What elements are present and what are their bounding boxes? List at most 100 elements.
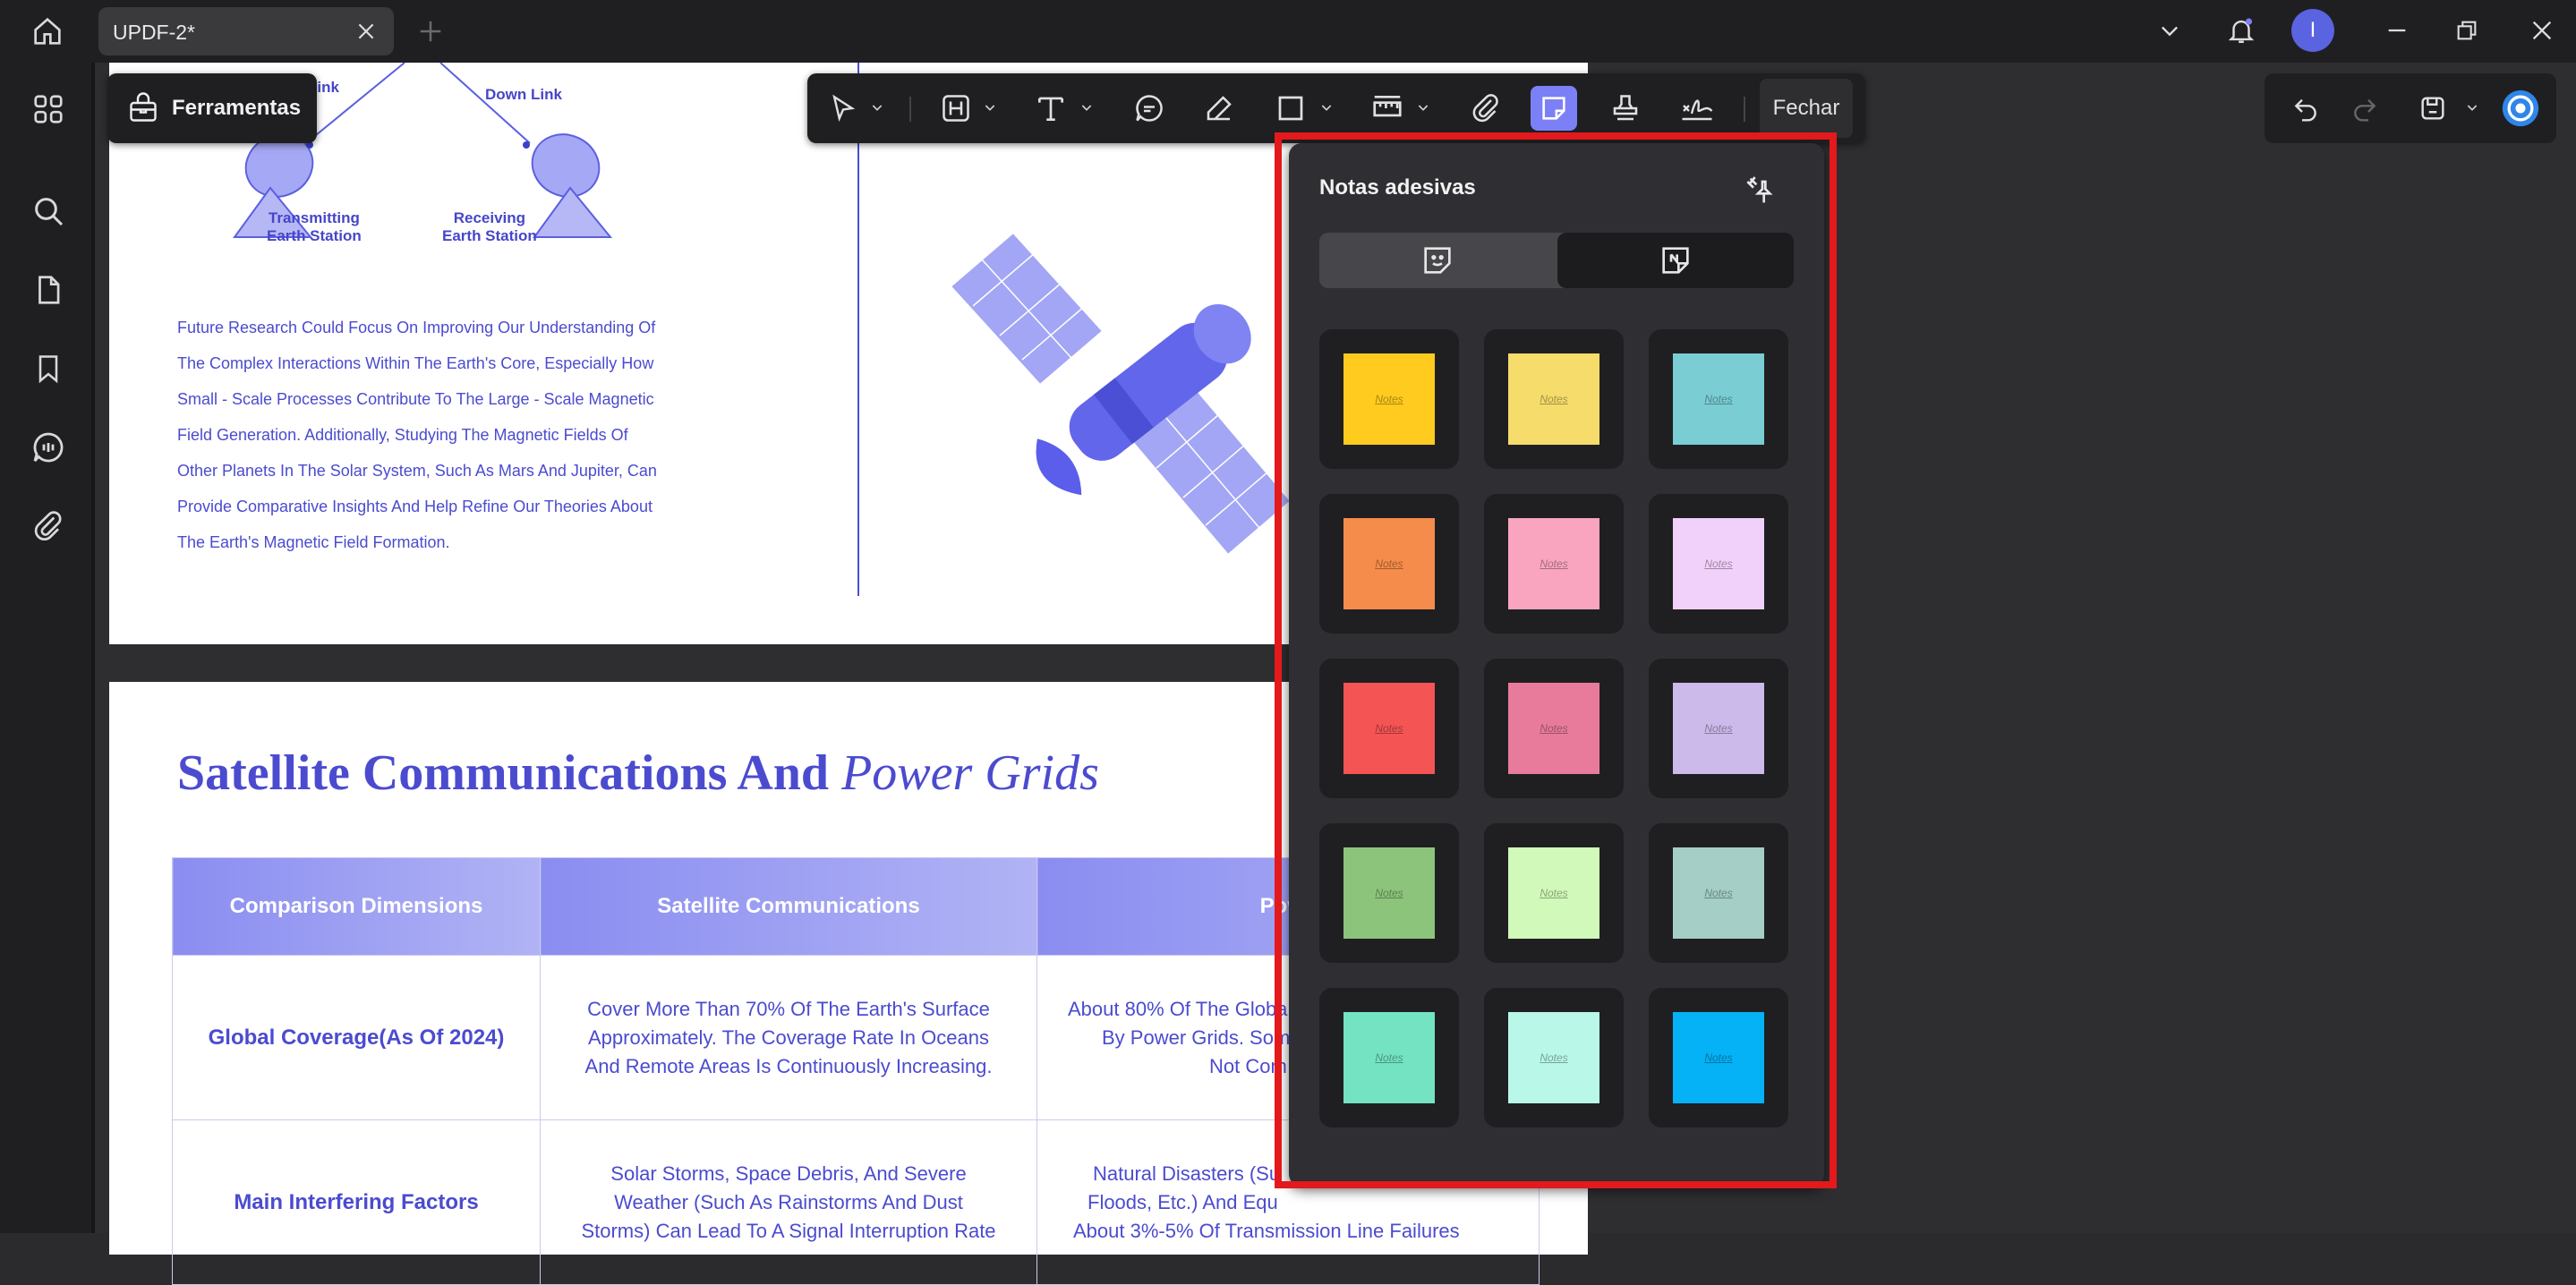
tools-label: Ferramentas (172, 96, 302, 120)
note-color-swatch: Notes (1673, 847, 1764, 939)
sticky-note-icon[interactable] (1531, 86, 1577, 131)
sticky-note-option[interactable]: Notes (1649, 988, 1788, 1128)
close-window-icon[interactable] (2526, 14, 2558, 47)
body-paragraph: Future Research Could Focus On Improving… (177, 310, 687, 560)
chevron-down-icon[interactable] (1079, 100, 1094, 115)
sticky-note-option[interactable]: Notes (1649, 494, 1788, 634)
undo-icon[interactable] (2282, 86, 2329, 131)
chevron-down-icon[interactable] (1416, 100, 1430, 115)
paragraph-line: Field Generation. Additionally, Studying… (177, 426, 628, 444)
rectangle-shape-icon[interactable] (1267, 86, 1314, 131)
cell-line: Weather (Such As Rainstorms And Dust (614, 1190, 963, 1213)
note-placeholder-text: Notes (1704, 887, 1733, 899)
pin-panel-icon[interactable] (1742, 170, 1783, 211)
document-actions-toolbar (2265, 73, 2556, 143)
attach-file-icon[interactable] (1463, 86, 1509, 131)
note-placeholder-text: Notes (1704, 393, 1733, 405)
note-placeholder-text: Notes (1704, 722, 1733, 735)
note-placeholder-text: Notes (1375, 393, 1403, 405)
sticky-note-option[interactable]: Notes (1649, 659, 1788, 798)
toolbar-divider (1744, 97, 1745, 122)
tools-button[interactable]: Ferramentas (107, 73, 317, 143)
paragraph-line: The Earth's Magnetic Field Formation. (177, 533, 450, 551)
paragraph-line: Provide Comparative Insights And Help Re… (177, 498, 653, 515)
sticky-note-option[interactable]: Notes (1319, 988, 1459, 1128)
table-header-cell: Satellite Communications (540, 857, 1037, 956)
measure-tool-icon[interactable] (1364, 86, 1411, 131)
redo-icon[interactable] (2341, 86, 2388, 131)
toolbox-icon (127, 92, 159, 124)
close-toolbar-button[interactable]: Fechar (1760, 79, 1853, 138)
pages-icon[interactable] (25, 267, 72, 313)
sticky-notes-panel: Notas adesivas Notes Notes Notes Notes Notes… (1289, 143, 1824, 1187)
apps-grid-icon[interactable] (25, 86, 72, 132)
bookmark-icon[interactable] (25, 345, 72, 392)
chevron-down-icon[interactable] (870, 100, 884, 115)
notification-bell-icon[interactable] (2225, 14, 2257, 47)
save-icon[interactable] (2410, 86, 2456, 131)
annotation-toolbar (807, 73, 1865, 143)
sticky-note-option[interactable]: Notes (1484, 329, 1624, 469)
sticky-note-option[interactable]: Notes (1319, 823, 1459, 963)
highlight-text-icon[interactable] (933, 86, 979, 131)
receiving-station-label: Receiving Earth Station (442, 209, 537, 244)
cell-line: Cover More Than 70% Of The Earth's Surfa… (587, 997, 990, 1020)
table-header-cell: Comparison Dimensions (172, 857, 541, 956)
note-color-swatch: Notes (1508, 353, 1599, 445)
select-cursor-icon[interactable] (820, 86, 866, 131)
sticky-note-option[interactable]: Notes (1484, 823, 1624, 963)
document-tab[interactable]: UPDF-2* (98, 7, 394, 55)
chevron-down-icon[interactable] (2465, 100, 2479, 115)
left-sidebar (0, 63, 95, 1233)
close-tab-icon[interactable] (354, 20, 378, 43)
cell-line: Approximately. The Coverage Rate In Ocea… (588, 1025, 989, 1049)
home-icon[interactable] (21, 9, 73, 54)
sticky-note-option[interactable]: Notes (1484, 988, 1624, 1128)
heading-italic-text: Power Grids (841, 745, 1099, 801)
minimize-icon[interactable] (2381, 14, 2413, 47)
note-placeholder-text: Notes (1540, 557, 1568, 570)
table-row-head: Main Interfering Factors (172, 1119, 541, 1285)
active-tool-indicator (1532, 134, 1582, 138)
pencil-icon[interactable] (1196, 86, 1242, 131)
paragraph-line: The Complex Interactions Within The Eart… (177, 354, 654, 372)
sticky-note-option[interactable]: Notes (1484, 659, 1624, 798)
new-tab-icon[interactable] (417, 18, 444, 45)
note-color-swatch: Notes (1508, 683, 1599, 774)
note-placeholder-text: Notes (1375, 722, 1403, 735)
sticky-note-option[interactable]: Notes (1319, 329, 1459, 469)
note-placeholder-text: Notes (1704, 557, 1733, 570)
attachment-icon[interactable] (25, 503, 72, 549)
note-color-swatch: Notes (1673, 683, 1764, 774)
transmitting-station-label: Transmitting Earth Station (267, 209, 362, 244)
comment-icon[interactable] (1126, 86, 1173, 131)
sticky-note-option[interactable]: Notes (1649, 823, 1788, 963)
table-cell: Solar Storms, Space Debris, And Severe W… (540, 1119, 1037, 1285)
text-tool-icon[interactable] (1028, 86, 1074, 131)
chevron-down-icon[interactable] (1319, 100, 1334, 115)
note-placeholder-text: Notes (1375, 887, 1403, 899)
sticky-note-option[interactable]: Notes (1319, 494, 1459, 634)
sticky-note-tab[interactable] (1557, 233, 1794, 288)
cell-line: Storms) Can Lead To A Signal Interruptio… (581, 1219, 996, 1242)
note-color-swatch: Notes (1673, 353, 1764, 445)
signature-icon[interactable] (1674, 86, 1720, 131)
search-icon[interactable] (25, 188, 72, 234)
sticky-note-option[interactable]: Notes (1319, 659, 1459, 798)
stamp-icon[interactable] (1602, 86, 1649, 131)
note-color-swatch: Notes (1343, 518, 1435, 609)
sticky-note-option[interactable]: Notes (1649, 329, 1788, 469)
toolbar-divider (909, 97, 911, 122)
chevron-down-icon[interactable] (983, 100, 997, 115)
comments-icon[interactable] (25, 424, 72, 471)
sticky-type-switch (1319, 233, 1794, 288)
downlink-label: Down Link (485, 86, 562, 103)
note-placeholder-text: Notes (1704, 1051, 1733, 1064)
restore-icon[interactable] (2451, 14, 2483, 47)
user-avatar[interactable]: I (2291, 9, 2334, 52)
sticky-note-option[interactable]: Notes (1484, 494, 1624, 634)
ai-assistant-icon[interactable] (2497, 86, 2544, 131)
chevron-down-icon[interactable] (2154, 14, 2186, 47)
note-color-swatch: Notes (1343, 683, 1435, 774)
emoji-sticker-tab[interactable] (1319, 233, 1556, 288)
